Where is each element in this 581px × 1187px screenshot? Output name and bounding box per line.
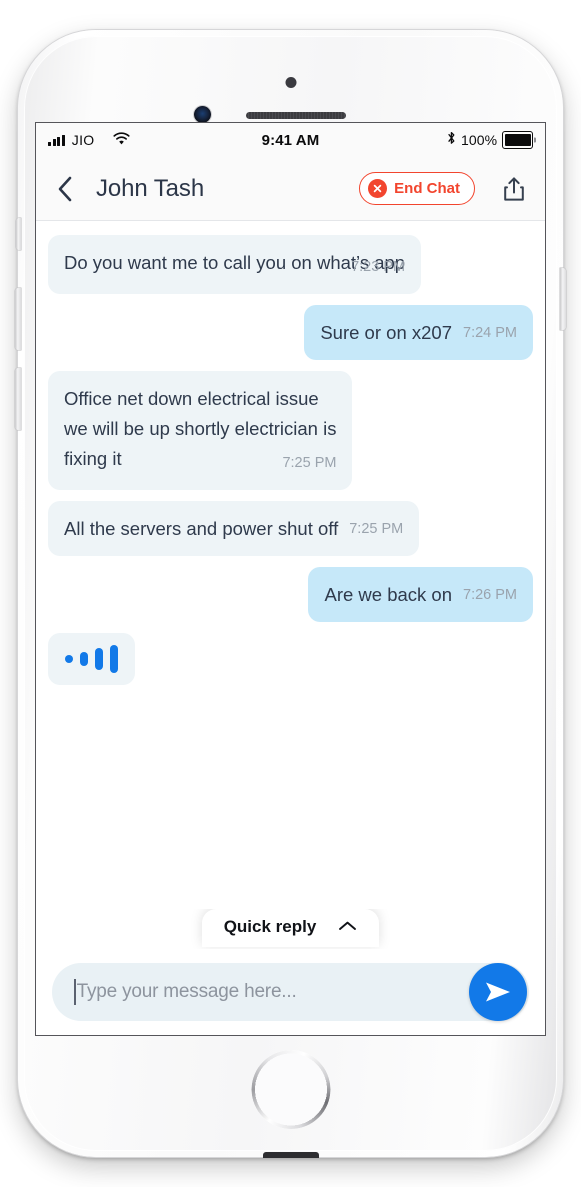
carrier-label: JIO	[71, 132, 95, 148]
typing-indicator-row	[48, 633, 533, 685]
message-row: Office net down electrical issue we will…	[48, 371, 533, 490]
message-bubble-incoming[interactable]: All the servers and power shut off 7:25 …	[48, 501, 420, 556]
message-input-wrapper[interactable]: Type your message here...	[52, 963, 529, 1021]
send-icon	[486, 982, 510, 1002]
end-chat-button[interactable]: End Chat	[359, 172, 475, 205]
home-button-icon[interactable]	[251, 1050, 330, 1129]
battery-full-icon	[502, 131, 533, 149]
message-row: Sure or on x207 7:24 PM	[48, 305, 533, 360]
end-chat-label: End Chat	[394, 180, 460, 197]
proximity-sensor-icon	[285, 77, 296, 88]
chat-header: John Tash End Chat	[36, 157, 545, 221]
bluetooth-icon	[447, 131, 456, 149]
status-bar: JIO 9:41 AM 100%	[36, 123, 545, 157]
chevron-up-icon	[338, 917, 357, 937]
share-button[interactable]	[497, 170, 531, 208]
message-timestamp: 7:24 PM	[463, 325, 517, 341]
volume-down-button[interactable]	[15, 368, 21, 430]
message-timestamp: 7:25 PM	[349, 521, 404, 537]
message-composer: Type your message here...	[36, 949, 545, 1035]
message-bubble-incoming[interactable]: Office net down electrical issue we will…	[48, 371, 353, 490]
silent-switch[interactable]	[16, 218, 21, 250]
earpiece-speaker-icon	[246, 112, 346, 119]
page-title: John Tash	[96, 174, 205, 202]
message-text: Are we back on	[324, 584, 452, 605]
message-row: All the servers and power shut off 7:25 …	[48, 501, 533, 556]
message-bubble-outgoing[interactable]: Sure or on x207 7:24 PM	[304, 305, 533, 360]
phone-device-frame: JIO 9:41 AM 100% John Tash End Chat Do y…	[15, 30, 566, 1158]
front-camera-icon	[194, 106, 211, 123]
message-bubble-outgoing[interactable]: Are we back on 7:26 PM	[308, 567, 533, 622]
bottom-antenna-nub	[262, 1152, 319, 1158]
signal-bars-icon	[48, 134, 65, 146]
message-list[interactable]: Do you want me to call you on what’s app…	[36, 221, 545, 909]
message-text: All the servers and power shut off	[64, 518, 339, 539]
volume-up-button[interactable]	[15, 288, 21, 350]
message-text: Sure or on x207	[320, 322, 452, 343]
text-cursor	[74, 979, 76, 1005]
power-button[interactable]	[560, 268, 566, 330]
quick-reply-label: Quick reply	[223, 917, 317, 936]
message-row: Are we back on 7:26 PM	[48, 567, 533, 622]
message-row: Do you want me to call you on what’s app…	[48, 235, 533, 294]
message-timestamp: 7:26 PM	[463, 587, 517, 603]
phone-screen: JIO 9:41 AM 100% John Tash End Chat Do y…	[36, 123, 545, 1035]
status-bar-clock: 9:41 AM	[261, 131, 320, 149]
message-input-placeholder: Type your message here...	[76, 981, 297, 1002]
send-button[interactable]	[469, 963, 527, 1021]
message-bubble-incoming[interactable]: Do you want me to call you on what’s app…	[48, 235, 422, 294]
battery-percent-label: 100%	[461, 132, 498, 148]
typing-bars-icon	[48, 633, 135, 685]
close-circle-icon	[368, 179, 388, 198]
home-button-ring	[251, 1050, 330, 1129]
quick-reply-button[interactable]: Quick reply	[201, 909, 380, 947]
back-button[interactable]	[52, 172, 78, 206]
wifi-icon	[113, 131, 131, 149]
quick-reply-bar: Quick reply	[36, 909, 545, 949]
